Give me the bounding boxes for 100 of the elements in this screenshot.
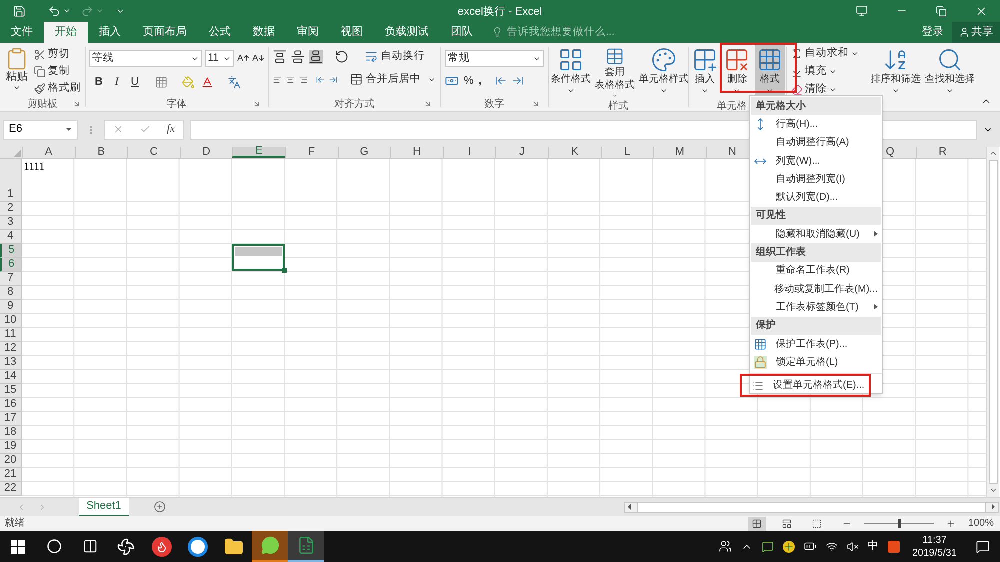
chat-tray-icon[interactable] bbox=[762, 540, 774, 552]
wifi-icon[interactable] bbox=[826, 540, 838, 552]
column-header[interactable]: C bbox=[127, 147, 180, 158]
clipboard-button[interactable]: 格式刷 bbox=[34, 81, 81, 96]
column-header[interactable]: B bbox=[74, 147, 128, 158]
menu-item[interactable]: 锁定单元格(L) bbox=[750, 353, 882, 372]
ribbon-tab[interactable]: 插入 bbox=[88, 22, 132, 43]
ribbon-display-icon[interactable] bbox=[856, 5, 868, 17]
menu-item[interactable]: 行高(H)... bbox=[750, 115, 882, 134]
ribbon-tab[interactable]: 数据 bbox=[242, 22, 286, 43]
editing-big-button[interactable]: 排序和筛选 bbox=[869, 43, 923, 99]
row-header[interactable]: 19 bbox=[0, 440, 22, 454]
dialog-launcher-icon[interactable] bbox=[424, 100, 432, 108]
font-style-button[interactable]: U bbox=[129, 74, 141, 90]
column-header[interactable]: K bbox=[548, 147, 601, 158]
paste-button[interactable]: 粘贴 bbox=[0, 47, 34, 96]
row-header[interactable]: 14 bbox=[0, 370, 22, 384]
zoom-in-icon[interactable] bbox=[946, 518, 956, 528]
save-icon[interactable] bbox=[13, 4, 26, 18]
row-header[interactable]: 1 bbox=[0, 159, 22, 202]
orientation-icon[interactable] bbox=[335, 50, 349, 64]
row-header[interactable]: 4 bbox=[0, 230, 22, 244]
decrease-decimal-icon[interactable] bbox=[512, 75, 524, 88]
merge-center-button[interactable]: 合并后居中 bbox=[350, 72, 436, 88]
scroll-left-icon[interactable] bbox=[628, 504, 631, 510]
notification-icon[interactable] bbox=[976, 540, 990, 554]
sign-in-link[interactable]: 登录 bbox=[914, 22, 952, 43]
input-method-indicator[interactable]: 中 bbox=[868, 538, 878, 555]
clipboard-button[interactable]: 剪切 bbox=[34, 47, 81, 62]
sogou-icon[interactable] bbox=[888, 540, 900, 552]
column-header[interactable]: R bbox=[916, 147, 969, 158]
editing-button[interactable]: 填充 bbox=[791, 64, 869, 80]
menu-item[interactable]: 设置单元格格式(E)... bbox=[750, 376, 867, 396]
column-header[interactable]: F bbox=[284, 147, 338, 158]
row-header[interactable]: 10 bbox=[0, 314, 22, 328]
ribbon-tab[interactable]: 审阅 bbox=[286, 22, 330, 43]
selected-cell[interactable] bbox=[232, 244, 285, 257]
row-header[interactable]: 7 bbox=[0, 272, 22, 286]
align-top-icon[interactable] bbox=[273, 50, 287, 64]
name-box[interactable]: E6 bbox=[3, 120, 78, 140]
clock-time[interactable]: 11:37 bbox=[922, 534, 947, 546]
share-button[interactable]: 共享 bbox=[952, 22, 1000, 43]
ribbon-tab[interactable]: 视图 bbox=[330, 22, 374, 43]
clipboard-button[interactable]: 复制 bbox=[34, 64, 81, 79]
style-button[interactable]: 条件格式 bbox=[549, 43, 593, 99]
font-color-icon[interactable] bbox=[201, 76, 214, 89]
row-header[interactable]: 16 bbox=[0, 398, 22, 412]
add-sheet-icon[interactable] bbox=[154, 501, 166, 513]
align-middle-icon[interactable] bbox=[291, 50, 305, 64]
row-header[interactable]: 9 bbox=[0, 300, 22, 314]
column-header[interactable]: H bbox=[390, 147, 443, 158]
dialog-launcher-icon[interactable] bbox=[532, 100, 540, 108]
dialog-launcher-icon[interactable] bbox=[253, 100, 261, 108]
column-header[interactable]: M bbox=[653, 147, 706, 158]
restore-icon[interactable] bbox=[936, 6, 947, 16]
borders-icon[interactable] bbox=[155, 76, 168, 89]
column-header[interactable]: G bbox=[338, 147, 390, 158]
zoom-thumb[interactable] bbox=[898, 519, 901, 528]
row-header[interactable]: 5 bbox=[0, 244, 22, 258]
sheet-tab[interactable]: Sheet1 bbox=[79, 498, 129, 516]
editing-button[interactable]: 自动求和 bbox=[791, 46, 869, 62]
horizontal-scrollbar[interactable] bbox=[624, 502, 999, 512]
zoom-level[interactable]: 100% bbox=[968, 516, 994, 531]
percent-button[interactable]: % bbox=[464, 73, 474, 90]
security-tray-icon[interactable] bbox=[782, 540, 794, 552]
row-header[interactable]: 13 bbox=[0, 356, 22, 370]
row-header[interactable]: 15 bbox=[0, 384, 22, 398]
menu-item[interactable]: 移动或复制工作表(M)... bbox=[750, 280, 882, 298]
menu-item[interactable]: 工作表标签颜色(T) bbox=[750, 298, 882, 317]
column-header[interactable]: L bbox=[600, 147, 654, 158]
dialog-launcher-icon[interactable] bbox=[73, 100, 81, 108]
menu-item[interactable]: 自动调整列宽(I) bbox=[750, 170, 882, 188]
vertical-scrollbar[interactable] bbox=[986, 147, 999, 497]
ribbon-tab[interactable]: 公式 bbox=[198, 22, 242, 43]
row-header[interactable]: 18 bbox=[0, 426, 22, 440]
comma-button[interactable]: , bbox=[478, 73, 482, 90]
menu-item[interactable]: 默认列宽(D)... bbox=[750, 188, 882, 207]
row-header[interactable]: 3 bbox=[0, 216, 22, 230]
row-header[interactable]: 20 bbox=[0, 454, 22, 468]
volume-muted-icon[interactable] bbox=[846, 540, 858, 552]
fill-handle[interactable] bbox=[282, 268, 287, 273]
wrap-text-button[interactable]: 自动换行 bbox=[365, 49, 425, 65]
row-header[interactable]: 21 bbox=[0, 468, 22, 482]
phonetic-icon[interactable] bbox=[228, 76, 241, 89]
column-header[interactable]: J bbox=[495, 147, 548, 158]
ribbon-tab[interactable]: 文件 bbox=[0, 22, 44, 43]
cells-button[interactable]: 删除 bbox=[722, 43, 752, 99]
active-cell[interactable] bbox=[232, 257, 285, 271]
ribbon-tab[interactable]: 团队 bbox=[440, 22, 484, 43]
ribbon-tab[interactable]: 负载测试 bbox=[374, 22, 440, 43]
row-header[interactable]: 12 bbox=[0, 342, 22, 356]
row-header[interactable]: 6 bbox=[0, 258, 22, 272]
insert-function-button[interactable]: fx bbox=[167, 121, 175, 138]
ribbon-tab[interactable]: 开始 bbox=[44, 22, 88, 43]
menu-item[interactable]: 重命名工作表(R) bbox=[750, 262, 882, 280]
row-header[interactable]: 17 bbox=[0, 412, 22, 426]
font-name-field[interactable]: 等线 bbox=[89, 50, 202, 67]
number-format-field[interactable]: 常规 bbox=[445, 50, 544, 67]
font-style-button[interactable]: B bbox=[93, 74, 105, 90]
column-header[interactable]: A bbox=[22, 147, 75, 158]
